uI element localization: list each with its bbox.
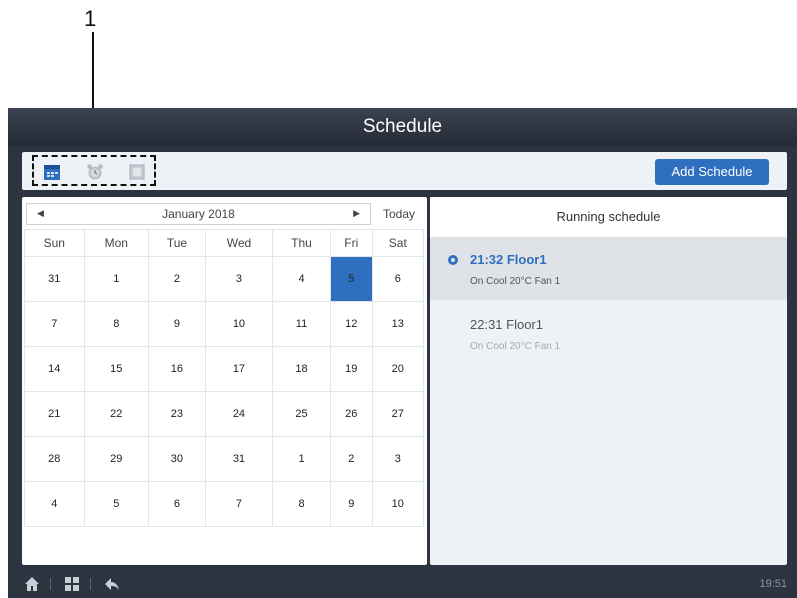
calendar-day[interactable]: 2 (148, 256, 206, 302)
calendar-day[interactable]: 15 (83, 346, 150, 392)
calendar-day[interactable]: 12 (329, 301, 373, 347)
running-indicator-icon (448, 255, 458, 265)
calendar-day[interactable]: 4 (272, 256, 331, 302)
calendar-day[interactable]: 10 (204, 301, 274, 347)
calendar-grid: Sun Mon Tue Wed Thu Fri Sat 31 1 2 3 4 5 6 7 8 9 10 11 12 1… (24, 229, 425, 527)
running-schedule-header: Running schedule (430, 197, 787, 238)
calendar-day[interactable]: 22 (83, 391, 150, 437)
next-month-icon[interactable]: ▶ (353, 208, 360, 219)
toolbar: Add Schedule (22, 152, 787, 190)
app-screen: Schedule Add Schedule ◀ January 2018 ▶ T… (8, 108, 797, 598)
calendar-day[interactable]: 23 (148, 391, 206, 437)
calendar-day[interactable]: 27 (371, 391, 425, 437)
calendar-day[interactable]: 1 (272, 436, 331, 482)
calendar-day[interactable]: 25 (272, 391, 331, 437)
schedule-entry-detail: On Cool 20°C Fan 1 (470, 276, 561, 287)
calendar-day[interactable]: 1 (83, 256, 150, 302)
weekday-header: Tue (148, 229, 206, 257)
clock: 19:51 (759, 578, 787, 590)
schedule-entry-time: 22:31 Floor1 (470, 317, 543, 332)
calendar-day[interactable]: 9 (148, 301, 206, 347)
calendar-day[interactable]: 4 (24, 481, 85, 527)
grid-icon[interactable] (64, 576, 80, 592)
window-title: Schedule (8, 108, 797, 146)
weekday-header: Mon (83, 229, 150, 257)
today-button[interactable]: Today (374, 203, 424, 225)
calendar-day[interactable]: 31 (204, 436, 274, 482)
month-label: January 2018 (162, 207, 235, 221)
weekday-header: Fri (329, 229, 373, 257)
calendar-day[interactable]: 8 (83, 301, 150, 347)
calendar-day[interactable]: 16 (148, 346, 206, 392)
calendar-day[interactable]: 6 (371, 256, 425, 302)
calendar-day[interactable]: 24 (204, 391, 274, 437)
bottom-bar: 19:51 (8, 570, 797, 598)
calendar-day[interactable]: 13 (371, 301, 425, 347)
divider (90, 578, 91, 590)
month-selector: ◀ January 2018 ▶ (26, 203, 371, 225)
back-icon[interactable] (104, 576, 120, 592)
calendar-day[interactable]: 21 (24, 391, 85, 437)
calendar-day[interactable]: 10 (371, 481, 425, 527)
divider (50, 578, 51, 590)
schedule-entry-detail: On Cool 20°C Fan 1 (470, 341, 561, 352)
calendar-day[interactable]: 18 (272, 346, 331, 392)
calendar-day[interactable]: 29 (83, 436, 150, 482)
add-schedule-button[interactable]: Add Schedule (655, 159, 769, 185)
weekday-header: Sun (24, 229, 85, 257)
weekday-header: Sat (371, 229, 425, 257)
schedule-entry-time: 21:32 Floor1 (470, 252, 547, 267)
weekday-header: Wed (204, 229, 274, 257)
calendar-day[interactable]: 19 (329, 346, 373, 392)
alarm-clock-icon[interactable] (86, 163, 104, 181)
calendar-panel: ◀ January 2018 ▶ Today Sun Mon Tue Wed Thu Fr… (22, 197, 427, 565)
calendar-day[interactable]: 6 (148, 481, 206, 527)
calendar-day[interactable]: 26 (329, 391, 373, 437)
calendar-day[interactable]: 20 (371, 346, 425, 392)
schedule-entry[interactable]: 22:31 Floor1 On Cool 20°C Fan 1 (430, 303, 787, 365)
calendar-day[interactable]: 17 (204, 346, 274, 392)
calendar-icon[interactable] (43, 163, 61, 181)
calendar-day[interactable]: 3 (204, 256, 274, 302)
calendar-day[interactable]: 5 (83, 481, 150, 527)
calendar-day[interactable]: 14 (24, 346, 85, 392)
calendar-day[interactable]: 2 (329, 436, 373, 482)
calendar-day[interactable]: 11 (272, 301, 331, 347)
calendar-day[interactable]: 5 (329, 256, 373, 302)
home-icon[interactable] (24, 576, 40, 592)
calendar-day[interactable]: 31 (24, 256, 85, 302)
calendar-day[interactable]: 9 (329, 481, 373, 527)
calendar-day[interactable]: 30 (148, 436, 206, 482)
weekday-header: Thu (272, 229, 331, 257)
calendar-day[interactable]: 28 (24, 436, 85, 482)
calendar-day[interactable]: 8 (272, 481, 331, 527)
calendar-day[interactable]: 7 (24, 301, 85, 347)
schedule-entry[interactable]: 21:32 Floor1 On Cool 20°C Fan 1 (430, 238, 787, 300)
running-schedule-panel: Running schedule 21:32 Floor1 On Cool 20… (430, 197, 787, 565)
callout-number: 1 (84, 6, 97, 31)
calendar-day[interactable]: 3 (371, 436, 425, 482)
calendar-day[interactable]: 7 (204, 481, 274, 527)
list-icon[interactable] (128, 163, 146, 181)
